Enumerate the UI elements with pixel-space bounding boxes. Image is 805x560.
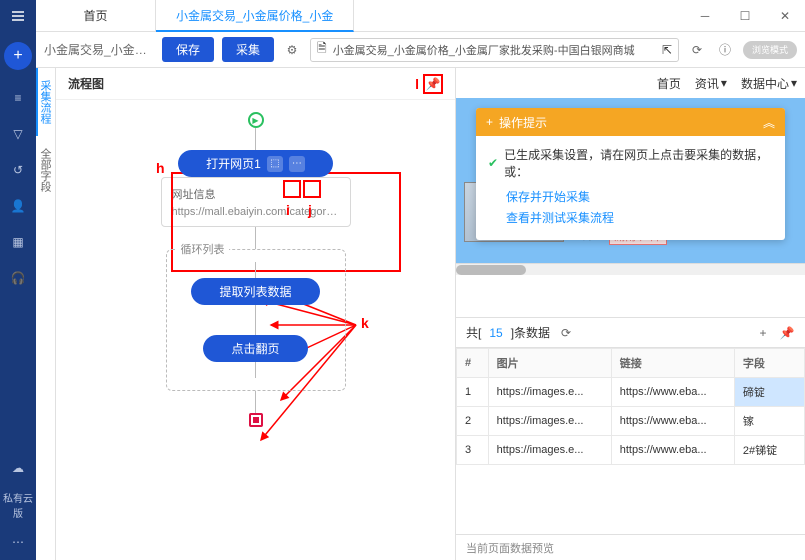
pin-data-icon[interactable]: 📌 xyxy=(779,326,795,340)
flow-node-open-page[interactable]: 打开网页1 ⬚ ⋯ xyxy=(178,150,333,177)
info-icon[interactable]: ⓘ xyxy=(715,40,735,60)
table-row[interactable]: 3https://images.e...https://www.eba...2#… xyxy=(457,436,805,465)
chevron-down-icon: ▾ xyxy=(791,76,797,90)
th-img[interactable]: 图片 xyxy=(488,349,611,378)
flow-node-extract[interactable]: 提取列表数据 xyxy=(191,278,319,305)
pv-nav-data[interactable]: 数据中心▾ xyxy=(741,75,797,92)
url-text: 小金属交易_小金属价格_小金属厂家批发采购-中国白银网商城 xyxy=(333,42,656,58)
th-field[interactable]: 字段 xyxy=(734,349,804,378)
refresh-icon[interactable]: ⟳ xyxy=(687,40,707,60)
flow-url-card[interactable]: 网址信息 https://mall.ebaiyin.com/category_.… xyxy=(161,177,351,227)
collect-button[interactable]: 采集 xyxy=(222,37,274,62)
data-count-prefix: 共[ xyxy=(466,324,481,341)
minimize-button[interactable]: ─ xyxy=(685,0,725,32)
node-more-icon[interactable]: ⋯ xyxy=(289,156,305,172)
breadcrumb: 小金属交易_小金属价... xyxy=(44,41,154,58)
loop-label: 循环列表 xyxy=(177,241,229,257)
data-table: # 图片 链接 字段 1https://images.e...https://w… xyxy=(456,348,805,465)
gear-icon[interactable]: ⚙ xyxy=(282,40,302,60)
collapse-icon[interactable]: ︽ xyxy=(763,114,775,131)
flow-panel-title: 流程图 xyxy=(68,75,415,92)
check-icon: ✔ xyxy=(488,156,498,170)
plus-icon: + xyxy=(486,115,493,129)
flow-node-paginate[interactable]: 点击翻页 xyxy=(203,335,307,362)
open-external-icon[interactable]: ⇱ xyxy=(662,43,672,57)
preview-scrollbar[interactable] xyxy=(456,263,805,275)
operation-tip-panel: + 操作提示 ︽ ✔ 已生成采集设置，请在网页上点击要采集的数据，或： 保存并开始… xyxy=(476,108,785,240)
node-config-icon[interactable]: ⬚ xyxy=(267,156,283,172)
refresh-data-icon[interactable]: ⟳ xyxy=(558,326,574,340)
th-idx[interactable]: # xyxy=(457,349,489,378)
data-count: 15 xyxy=(489,326,502,340)
add-column-icon[interactable]: + xyxy=(755,326,771,340)
tip-link-test[interactable]: 查看并测试采集流程 xyxy=(506,209,773,226)
tip-message: 已生成采集设置，请在网页上点击要采集的数据，或： xyxy=(504,146,773,180)
app-logo xyxy=(0,0,36,32)
tip-link-save[interactable]: 保存并开始采集 xyxy=(506,188,773,205)
sidetab-flow[interactable]: 采集流程 xyxy=(36,68,55,136)
page-icon: 🗎 xyxy=(317,39,327,60)
flow-end-node[interactable] xyxy=(249,413,263,427)
data-count-suffix: ]条数据 xyxy=(511,324,550,341)
tip-title: 操作提示 xyxy=(499,114,547,131)
table-row[interactable]: 2https://images.e...https://www.eba...镓 xyxy=(457,407,805,436)
table-row[interactable]: 1https://images.e...https://www.eba...碲锭 xyxy=(457,378,805,407)
sidetab-fields[interactable]: 全部字段 xyxy=(36,136,55,204)
flow-loop-container[interactable]: 循环列表 提取列表数据 点击翻页 xyxy=(166,249,346,391)
annotation-l: l xyxy=(415,76,419,92)
url-bar[interactable]: 🗎 小金属交易_小金属价格_小金属厂家批发采购-中国白银网商城 ⇱ xyxy=(310,38,679,62)
tab-task[interactable]: 小金属交易_小金属价格_小金 xyxy=(156,0,354,32)
pv-nav-info[interactable]: 资讯▾ xyxy=(695,75,727,92)
add-task-button[interactable]: + xyxy=(4,42,32,70)
th-link[interactable]: 链接 xyxy=(611,349,734,378)
pv-nav-home[interactable]: 首页 xyxy=(657,75,681,92)
flow-start-node[interactable]: ▶ xyxy=(248,112,264,128)
maximize-button[interactable]: ☐ xyxy=(725,0,765,32)
footer-label: 当前页面数据预览 xyxy=(466,540,554,556)
pin-icon[interactable]: 📌 xyxy=(423,74,443,94)
tab-home[interactable]: 首页 xyxy=(36,0,156,32)
save-button[interactable]: 保存 xyxy=(162,37,214,62)
close-button[interactable]: ✕ xyxy=(765,0,805,32)
chevron-down-icon: ▾ xyxy=(721,76,727,90)
browse-mode-toggle[interactable]: 浏览模式 xyxy=(743,41,797,59)
